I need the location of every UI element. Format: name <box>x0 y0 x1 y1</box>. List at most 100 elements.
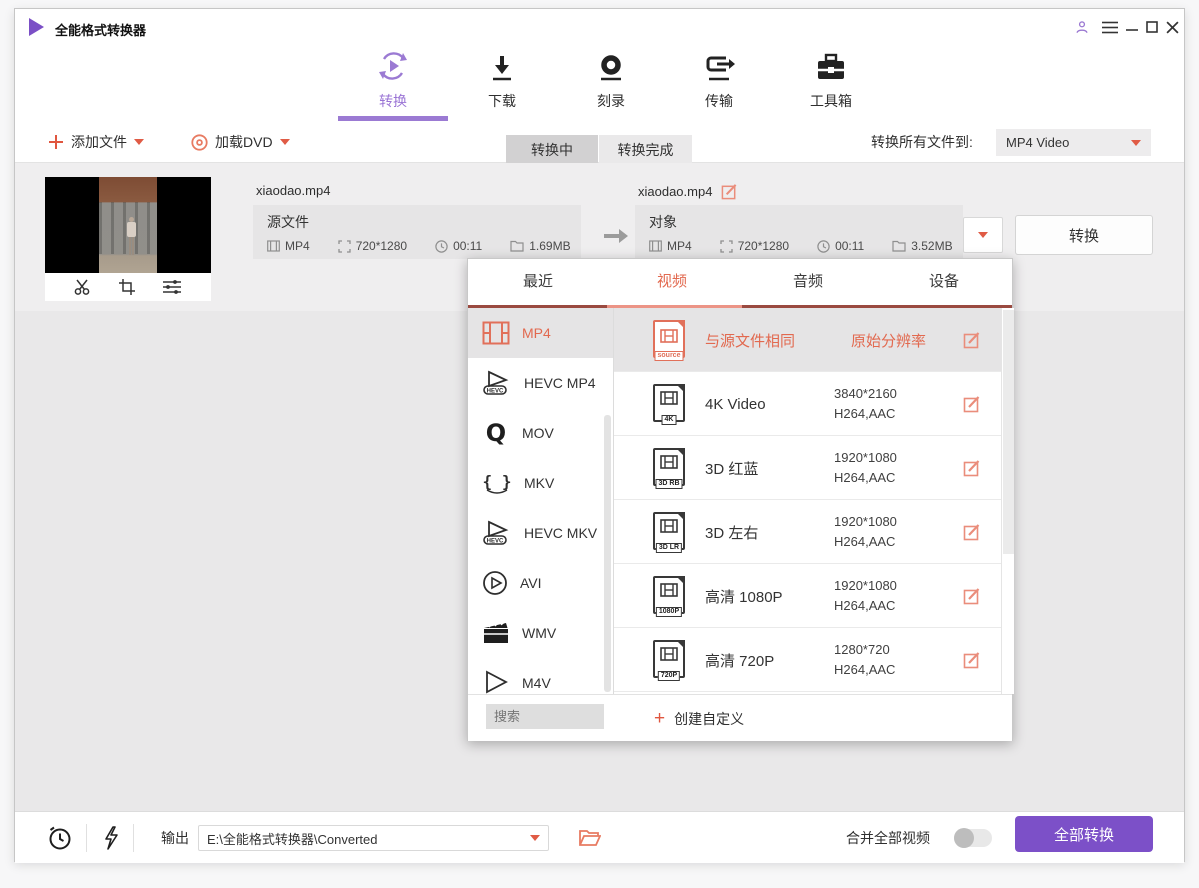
source-size: 1.69MB <box>529 239 570 253</box>
schedule-clock-icon[interactable] <box>47 825 73 851</box>
add-files-caret-icon <box>134 139 144 145</box>
menu-button[interactable] <box>1101 19 1119 35</box>
add-files-label: 添加文件 <box>71 132 127 152</box>
popup-tab-video[interactable]: 视频 <box>604 259 740 305</box>
mp4-film-icon <box>482 321 510 345</box>
preset-name: 高清 1080P <box>705 564 783 628</box>
tab-converted[interactable]: 转换完成 <box>599 135 692 165</box>
scrollbar-thumb[interactable] <box>1003 310 1014 554</box>
toolbar: 添加文件 加载DVD 转换中 转换完成 转换所有文件到: MP4 Video <box>15 121 1184 163</box>
popup-tab-audio[interactable]: 音频 <box>740 259 876 305</box>
preset-name: 3D 红蓝 <box>705 436 758 500</box>
tab-toolbox[interactable]: 工具箱 <box>776 47 886 117</box>
edit-preset-icon[interactable] <box>963 459 981 477</box>
preset-row-1080p[interactable]: 1080P 高清 1080P 1920*1080H264,AAC <box>614 564 1001 628</box>
output-format-dropdown-button[interactable] <box>963 217 1003 253</box>
account-button[interactable] <box>1073 19 1091 35</box>
load-dvd-label: 加载DVD <box>215 132 273 152</box>
trim-scissors-icon[interactable] <box>74 278 92 296</box>
preset-name: 与源文件相同 <box>705 308 795 372</box>
format-item-wmv[interactable]: WMV <box>468 608 614 658</box>
preset-resolution: 1920*1080 <box>834 512 897 532</box>
matroska-icon: { } <box>482 470 512 496</box>
target-file-name-row: xiaodao.mp4 <box>638 183 738 200</box>
tab-converting[interactable]: 转换中 <box>506 135 598 165</box>
tab-download[interactable]: 下载 <box>447 47 557 117</box>
hamburger-icon <box>1102 21 1118 34</box>
convert-to-dropdown[interactable]: MP4 Video <box>996 129 1151 156</box>
format-label: MOV <box>522 425 554 441</box>
resolution-icon <box>338 240 351 253</box>
app-logo-icon <box>29 18 44 36</box>
video-thumbnail <box>45 177 211 301</box>
crop-icon[interactable] <box>118 278 136 296</box>
close-icon <box>1166 21 1179 34</box>
tab-convert-label: 转换 <box>338 91 448 111</box>
preset-list-scrollbar[interactable] <box>1001 308 1014 694</box>
search-input[interactable] <box>486 704 604 729</box>
format-item-avi[interactable]: AVI <box>468 558 614 608</box>
edit-preset-icon[interactable] <box>963 587 981 605</box>
target-box-title: 对象 <box>649 212 963 232</box>
hevc-play-icon: HEVC <box>482 520 512 546</box>
load-dvd-button[interactable]: 加载DVD <box>191 121 290 163</box>
tab-download-label: 下载 <box>447 91 557 111</box>
add-files-button[interactable]: 添加文件 <box>48 121 144 163</box>
format-item-mov[interactable]: Q MOV <box>468 408 614 458</box>
popup-tab-device[interactable]: 设备 <box>876 259 1012 305</box>
preset-badge: 3D RB <box>655 479 682 489</box>
convert-single-button[interactable]: 转换 <box>1015 215 1153 255</box>
preset-resolution: 1920*1080 <box>834 576 897 596</box>
close-button[interactable] <box>1163 19 1181 35</box>
adjust-sliders-icon[interactable] <box>162 278 182 296</box>
tab-transfer[interactable]: 传输 <box>664 47 774 117</box>
format-item-m4v[interactable]: M4V <box>468 658 614 694</box>
popup-tab-recent[interactable]: 最近 <box>470 259 606 305</box>
resolution-icon <box>720 240 733 253</box>
minimize-button[interactable] <box>1123 19 1141 35</box>
create-custom-button[interactable]: + 创建自定义 <box>654 695 744 742</box>
duration-icon <box>817 240 830 253</box>
rename-edit-icon[interactable] <box>721 183 738 200</box>
edit-preset-icon[interactable] <box>963 651 981 669</box>
edit-preset-icon[interactable] <box>963 523 981 541</box>
minimize-icon <box>1126 21 1138 33</box>
merge-all-toggle[interactable] <box>954 829 992 847</box>
target-info-box: 对象 MP4 720*1280 00:11 3.52MB <box>635 205 963 259</box>
maximize-button[interactable] <box>1143 19 1161 35</box>
format-item-hevc-mkv[interactable]: HEVC HEVC MKV <box>468 508 614 558</box>
format-item-mp4[interactable]: MP4 <box>468 308 614 358</box>
popup-active-tab-underline <box>607 305 742 308</box>
high-speed-icon[interactable] <box>103 826 119 850</box>
target-format: MP4 <box>667 239 692 253</box>
convert-all-button[interactable]: 全部转换 <box>1015 816 1153 852</box>
format-item-hevc-mp4[interactable]: HEVC HEVC MP4 <box>468 358 614 408</box>
svg-text:HEVC: HEVC <box>487 539 504 545</box>
preset-row-4k[interactable]: 4K 4K Video 3840*2160H264,AAC <box>614 372 1001 436</box>
toggle-knob <box>954 828 974 848</box>
play-outline-icon <box>482 670 510 694</box>
format-item-mkv[interactable]: { } MKV <box>468 458 614 508</box>
preset-icon: 3D LR <box>653 512 685 550</box>
output-label: 输出 <box>161 812 189 864</box>
source-duration: 00:11 <box>453 239 482 253</box>
output-path-dropdown[interactable]: E:\全能格式转换器\Converted <box>198 825 549 851</box>
edit-preset-icon[interactable] <box>963 331 981 349</box>
filesize-icon <box>510 240 524 252</box>
preset-row-3d-lr[interactable]: 3D LR 3D 左右 1920*1080H264,AAC <box>614 500 1001 564</box>
open-folder-icon[interactable] <box>579 829 601 847</box>
target-resolution: 720*1280 <box>738 239 789 253</box>
tab-burn[interactable]: 刻录 <box>556 47 666 117</box>
preset-row-3d-rb[interactable]: 3D RB 3D 红蓝 1920*1080H264,AAC <box>614 436 1001 500</box>
edit-preset-icon[interactable] <box>963 395 981 413</box>
svg-text:{ }: { } <box>483 472 512 491</box>
format-label: WMV <box>522 625 556 641</box>
tab-convert[interactable]: 转换 <box>338 47 448 117</box>
preset-codec: H264,AAC <box>834 532 897 552</box>
clapperboard-icon <box>482 621 510 645</box>
preset-row-720p[interactable]: 720P 高清 720P 1280*720H264,AAC <box>614 628 1001 692</box>
format-list-scrollbar[interactable] <box>604 415 611 692</box>
preset-codec: H264,AAC <box>834 404 897 424</box>
preset-name: 4K Video <box>705 372 766 436</box>
preset-row-source[interactable]: source 与源文件相同 原始分辨率 <box>614 308 1001 372</box>
